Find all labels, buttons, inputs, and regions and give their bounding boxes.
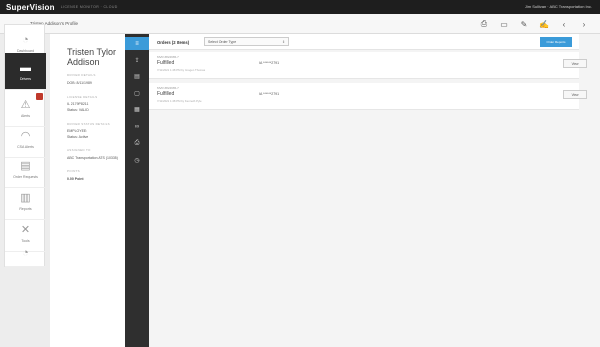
assigned-to-label: ASSIGNED TO [67, 148, 91, 152]
order-status: Fulfilled [157, 91, 175, 97]
order-type-select[interactable]: Select Order Type ⇕ [204, 37, 289, 46]
prev-icon[interactable]: ‹ [556, 17, 572, 31]
document-icon[interactable]: ▢ [125, 86, 149, 100]
employee-label: EMPLOYEE: [67, 129, 88, 133]
driver-status-label: DRIVER STATUS DETAILS [67, 122, 110, 126]
order-meta: 7/11/2021 1:48 PM by Kenneth Pyle [157, 99, 202, 103]
sidebar-item-gauge[interactable]: ◔ [5, 239, 46, 267]
tools-icon: ✕ [20, 223, 31, 236]
license-number-masked: IA ******2791 [259, 61, 280, 65]
sidebar: ◔ Dashboard ▬ Drivers ⚠ Alerts ◠ CSA Ale… [4, 24, 46, 267]
reports-icon: ▥ [20, 191, 31, 204]
window-icon[interactable]: ▭ [496, 17, 512, 31]
alerts-icon: ⚠ [20, 98, 31, 111]
csa-gauge-icon: ◠ [20, 129, 31, 142]
orders-tab-icon[interactable]: ≡ [125, 37, 149, 50]
sidebar-item-label: Drivers [19, 76, 32, 81]
orders-title: Orders (2 Items) [157, 40, 190, 45]
gauge-icon: ◔ [22, 246, 29, 259]
orders-header: Orders (2 Items) Select Order Type ⇕ Ord… [149, 34, 579, 50]
sidebar-item-label: Reports [19, 206, 32, 211]
license-number-masked: IA ******2791 [259, 92, 280, 96]
order-id: MVR #824965-7 [157, 55, 179, 59]
driver-first-name: Tristen Tylor [67, 47, 117, 57]
driver-details-label: DRIVER DETAILS [67, 73, 96, 77]
driver-status: Status: Active [67, 135, 89, 139]
points-value: 0.00 Point [67, 177, 84, 181]
profile-section-bar: ≡ ⇪ ▤ ▢ ▦ ∞ ⎙ ◷ [125, 34, 149, 347]
print-icon[interactable]: ⎙ [476, 17, 492, 31]
list-icon[interactable]: ▤ [125, 69, 149, 83]
title-bar: Tristen Addison's Profile ⎙ ▭ ✎ ✍ ‹ › [0, 14, 600, 34]
order-id: MVR #824965-7 [157, 86, 179, 90]
view-button-label: View [571, 61, 579, 66]
license-number: IL 2179P8211 [67, 102, 89, 106]
upload-icon[interactable]: ⇪ [125, 53, 149, 67]
assigned-company: ABC Transportation ATS (10335) [67, 156, 118, 160]
driver-dob: DOB: 8/11/1989 [67, 81, 92, 85]
chevron-down-icon: ⇕ [282, 39, 285, 44]
order-row[interactable]: MVR #824965-7 Fulfilled 7/11/2021 1:48 P… [149, 83, 587, 110]
view-button[interactable]: View [563, 90, 587, 99]
app-logo[interactable]: SuperVision [6, 3, 55, 12]
alert-badge [36, 93, 43, 100]
next-icon[interactable]: › [576, 17, 592, 31]
license-status: Status: VALID [67, 108, 89, 112]
driver-profile-panel: Tristen Tylor Addison DRIVER DETAILS DOB… [50, 34, 125, 347]
driver-last-name: Addison [67, 57, 100, 67]
dashboard-icon: ◔ [22, 33, 29, 46]
toolbar: ⎙ ▭ ✎ ✍ ‹ › [476, 17, 592, 31]
order-status: Fulfilled [157, 60, 175, 66]
view-button-label: View [571, 92, 579, 97]
clock-icon[interactable]: ◷ [125, 153, 149, 167]
sidebar-item-drivers[interactable]: ▬ Drivers [5, 53, 46, 90]
signature-icon[interactable]: ✍ [536, 17, 552, 31]
sidebar-item-label: Alerts [21, 113, 30, 118]
order-meta: 7/11/2021 1:48 PM by Imogen Thomas [157, 68, 206, 72]
points-label: POINTS [67, 169, 80, 173]
sidebar-item-label: Order Requests [13, 174, 38, 179]
edit-icon[interactable]: ✎ [516, 17, 532, 31]
order-type-placeholder: Select Order Type [208, 40, 237, 44]
sidebar-item-label: CSA Alerts [17, 144, 34, 149]
link-icon[interactable]: ∞ [125, 120, 149, 134]
print-icon[interactable]: ⎙ [125, 136, 149, 150]
orders-panel: Orders (2 Items) Select Order Type ⇕ Ord… [149, 34, 600, 347]
drivers-icon: ▬ [20, 61, 31, 74]
top-bar: SuperVision LICENSE MONITOR · CLOUD Jim … [0, 0, 600, 14]
user-account[interactable]: Jim Sullivan · ABC Transportation Inc. [525, 4, 592, 9]
calendar-icon[interactable]: ▦ [125, 102, 149, 116]
view-button[interactable]: View [563, 59, 587, 68]
license-details-label: LICENSE DETAILS [67, 95, 98, 99]
app-subtitle: LICENSE MONITOR · CLOUD [60, 5, 118, 9]
sidebar-item-label: Dashboard [16, 48, 35, 53]
order-icon: ▤ [20, 159, 31, 172]
order-row[interactable]: MVR #824965-7 Fulfilled 7/11/2021 1:48 P… [149, 52, 587, 79]
driver-name: Tristen Tylor Addison [67, 47, 125, 67]
order-reports-button[interactable]: Order Reports [540, 37, 572, 47]
